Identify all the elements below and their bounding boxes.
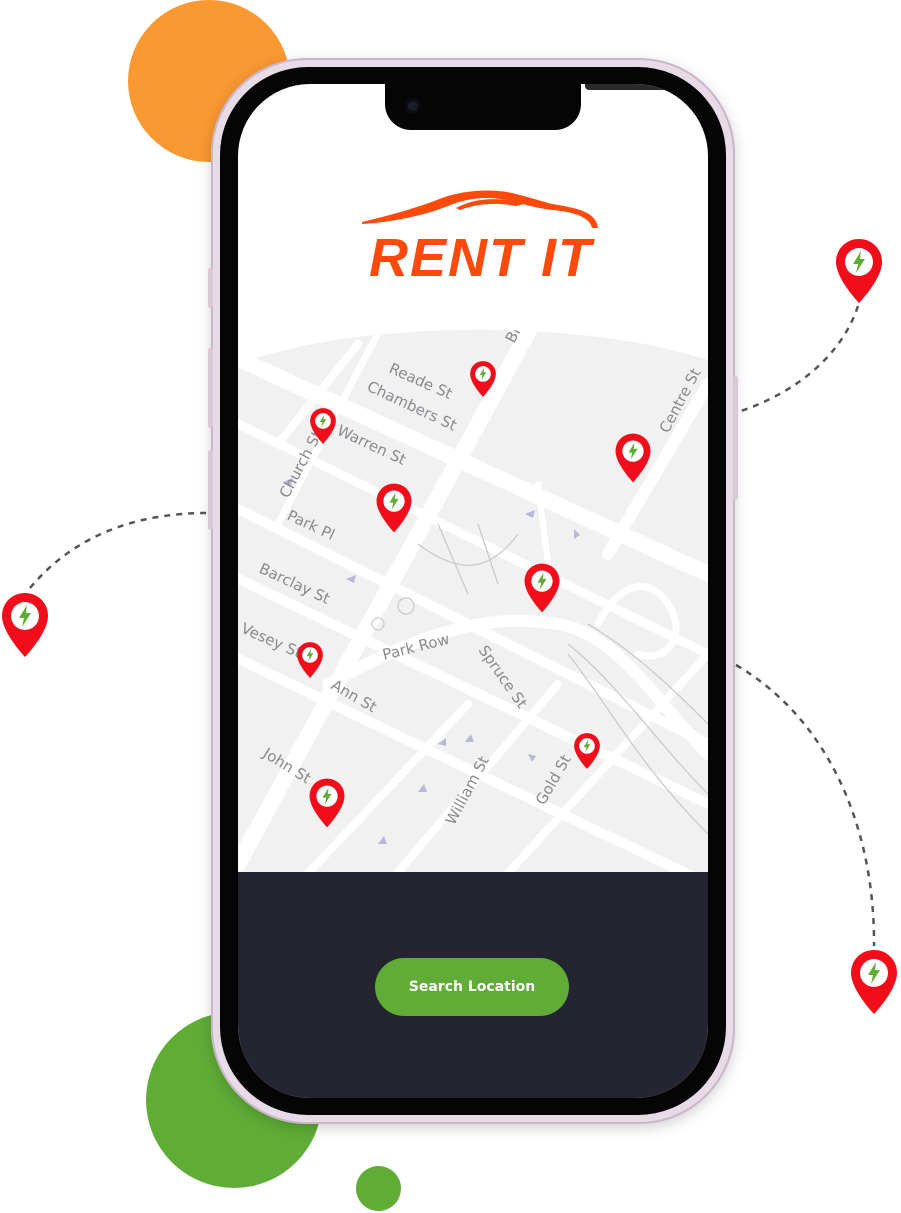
app-logo: RENT IT: [356, 184, 606, 294]
phone-side-button: [208, 268, 213, 308]
connector-bottom-right: [735, 663, 876, 947]
phone-power-button: [733, 376, 738, 500]
phone-volume-up-button: [208, 348, 213, 428]
brand-name: RENT IT: [369, 228, 593, 288]
charging-station-pin[interactable]: [573, 732, 601, 770]
map-view[interactable]: Reade St Broadway Chambers St Warren St …: [238, 324, 708, 875]
connector-top-right: [737, 305, 860, 414]
phone-notch: [385, 84, 671, 130]
phone-frame: RENT IT Reade St Chambers St Warren St C…: [208, 58, 738, 1124]
charging-station-pin[interactable]: [308, 777, 346, 829]
phone-volume-down-button: [208, 450, 213, 530]
charging-station-pin[interactable]: [523, 562, 561, 614]
map-pin-icon: [836, 239, 882, 303]
phone-screen: RENT IT Reade St Chambers St Warren St C…: [238, 84, 708, 1098]
charging-station-pin[interactable]: [614, 432, 652, 484]
connector-left: [29, 511, 213, 589]
charging-station-pin[interactable]: [309, 407, 337, 445]
front-camera-icon: [405, 98, 421, 114]
speaker-grille: [585, 84, 671, 90]
bottom-panel: Search Location: [238, 872, 708, 1098]
charging-station-pin[interactable]: [469, 360, 497, 398]
charging-station-pin[interactable]: [296, 641, 324, 679]
map-pin-icon: [2, 593, 48, 657]
charging-station-pin[interactable]: [375, 482, 413, 534]
map-pin-icon: [851, 950, 897, 1014]
phone-bezel: RENT IT Reade St Chambers St Warren St C…: [220, 67, 726, 1115]
search-location-button[interactable]: Search Location: [375, 958, 569, 1016]
